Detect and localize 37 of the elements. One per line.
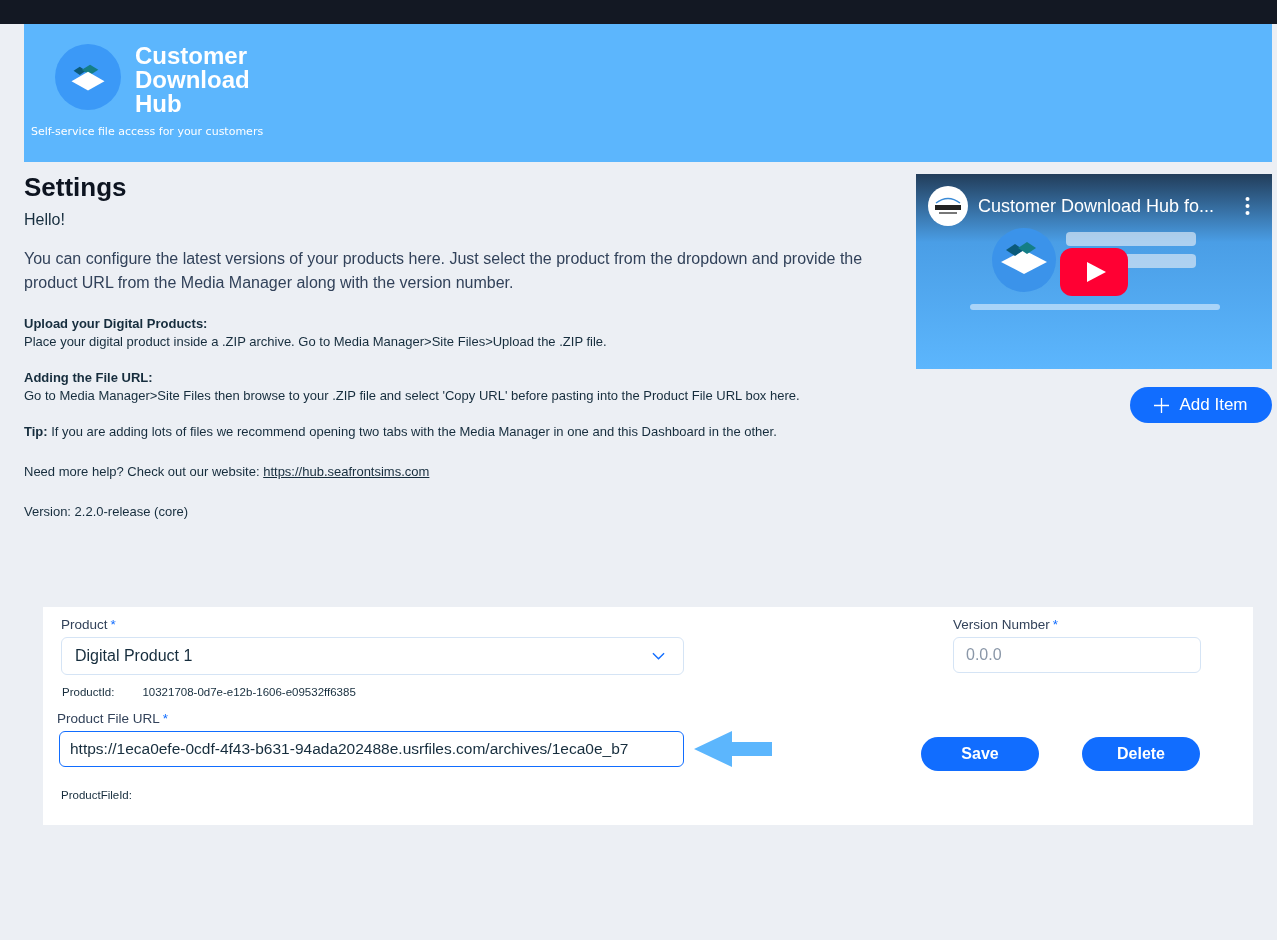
product-dropdown[interactable]: Digital Product 1 [61, 637, 684, 675]
version-text: Version: 2.2.0-release (core) [24, 503, 190, 521]
website-link[interactable]: https://hub.seafrontsims.com [263, 464, 430, 479]
id-label: ProductId: [62, 686, 115, 698]
help-text: Need more help? Check out our website: https://hub.seafrontsims.com [24, 463, 431, 481]
play-icon[interactable] [1060, 248, 1128, 296]
id-label: ProductFileId: [61, 789, 133, 801]
more-icon[interactable] [1245, 197, 1250, 215]
required-mark: * [162, 711, 169, 726]
plus-icon [1154, 397, 1170, 413]
tagline: Self-service file access for your customers [31, 125, 265, 138]
section-heading: Upload your Digital Products: [24, 315, 209, 333]
add-item-button[interactable]: Add Item [1130, 387, 1272, 423]
video-player[interactable]: Customer Download Hub fo... [916, 174, 1272, 369]
channel-avatar-icon[interactable] [928, 186, 968, 226]
arrow-left-icon [694, 731, 772, 767]
version-number-field[interactable]: 0.0.0 [953, 637, 1201, 673]
section-heading: Adding the File URL: [24, 369, 154, 387]
field-label: Product File URL [57, 711, 160, 726]
intro-text: You can configure the latest versions of your products here. Just select the product from the dropdown and provide the product URL from the Media Manager along with the version number. [24, 249, 864, 293]
id-value: 10321708-0d7e-e12b-1606-e09532ff6385 [142, 686, 356, 698]
chevron-down-icon [652, 652, 665, 660]
section-text: Go to Media Manager>Site Files then browse to your .ZIP file and select 'Copy URL' before pasting into the Product File URL box here. [24, 387, 801, 405]
form-button[interactable]: Delete [1082, 737, 1200, 771]
product-file-url-field[interactable]: https://1eca0efe-0cdf-4f43-b631-94ada202488e.usrfiles.com/archives/1eca0e_b7 [59, 731, 684, 767]
required-mark: * [1052, 617, 1059, 632]
field-label: Product [61, 617, 108, 632]
page-title: Settings [24, 172, 128, 203]
tip-text: Tip: If you are adding lots of files we recommend opening two tabs with the Media Manager in one and this Dashboard in the other. [24, 423, 778, 441]
field-label: Version Number [953, 617, 1050, 632]
greeting-text: Hello! [24, 211, 66, 229]
logo-icon [55, 44, 121, 110]
brand-title: Customer Download Hub [135, 44, 251, 116]
form-button[interactable]: Save [921, 737, 1039, 771]
required-mark: * [110, 617, 116, 632]
section-text: Place your digital product inside a .ZIP archive. Go to Media Manager>Site Files>Upload the .ZIP file. [24, 333, 608, 351]
video-title[interactable]: Customer Download Hub fo... [978, 195, 1235, 217]
